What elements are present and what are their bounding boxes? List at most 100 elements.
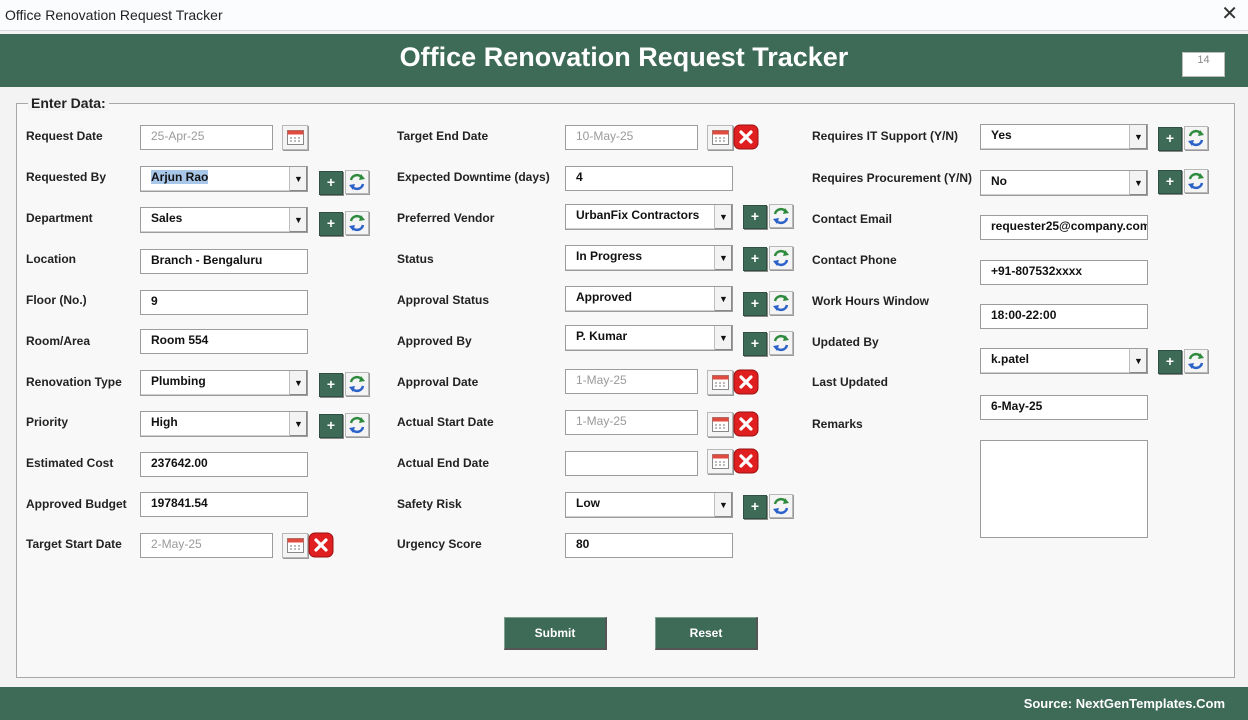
estimated-cost-field[interactable]: 237642.00 bbox=[140, 452, 308, 477]
add-renovation-type-button[interactable]: + bbox=[319, 373, 343, 397]
requested-by-combo[interactable]: Arjun Rao ▼ bbox=[140, 166, 308, 192]
chevron-down-icon[interactable]: ▼ bbox=[714, 246, 732, 270]
add-updated-by-button[interactable]: + bbox=[1158, 350, 1182, 374]
calendar-icon[interactable] bbox=[707, 449, 733, 474]
calendar-icon[interactable] bbox=[282, 125, 308, 150]
chevron-down-icon[interactable]: ▼ bbox=[289, 412, 307, 436]
chevron-down-icon[interactable]: ▼ bbox=[714, 493, 732, 517]
location-field[interactable]: Branch - Bengaluru bbox=[140, 249, 308, 274]
clear-x-icon[interactable] bbox=[308, 532, 334, 558]
refresh-icon[interactable] bbox=[345, 372, 369, 396]
clear-x-icon[interactable] bbox=[733, 448, 759, 474]
estimated-cost-label: Estimated Cost bbox=[26, 456, 114, 470]
preferred-vendor-label: Preferred Vendor bbox=[397, 211, 495, 225]
status-value: In Progress bbox=[576, 249, 643, 263]
refresh-icon[interactable] bbox=[769, 291, 793, 315]
expected-downtime-field[interactable]: 4 bbox=[565, 166, 733, 191]
chevron-down-icon[interactable]: ▼ bbox=[1129, 349, 1147, 373]
last-updated-field[interactable]: 6-May-25 bbox=[980, 395, 1148, 420]
calendar-icon[interactable] bbox=[707, 125, 733, 150]
refresh-icon[interactable] bbox=[1184, 169, 1208, 193]
chevron-down-icon[interactable]: ▼ bbox=[1129, 171, 1147, 195]
add-it-support-button[interactable]: + bbox=[1158, 127, 1182, 151]
priority-value: High bbox=[151, 415, 178, 429]
refresh-icon[interactable] bbox=[769, 331, 793, 355]
contact-email-label: Contact Email bbox=[812, 212, 893, 226]
approval-status-combo[interactable]: Approved ▼ bbox=[565, 286, 733, 312]
requires-it-support-label: Requires IT Support (Y/N) bbox=[812, 129, 959, 143]
renovation-type-combo[interactable]: Plumbing ▼ bbox=[140, 370, 308, 396]
chevron-down-icon[interactable]: ▼ bbox=[289, 167, 307, 191]
approved-budget-label: Approved Budget bbox=[26, 497, 127, 511]
refresh-icon[interactable] bbox=[769, 204, 793, 228]
chevron-down-icon[interactable]: ▼ bbox=[714, 326, 732, 350]
work-hours-window-field[interactable]: 18:00-22:00 bbox=[980, 304, 1148, 329]
room-area-field[interactable]: Room 554 bbox=[140, 329, 308, 354]
requires-procurement-combo[interactable]: No ▼ bbox=[980, 170, 1148, 196]
clear-x-icon[interactable] bbox=[733, 124, 759, 150]
requires-it-support-combo[interactable]: Yes ▼ bbox=[980, 124, 1148, 150]
refresh-icon[interactable] bbox=[769, 494, 793, 518]
refresh-icon[interactable] bbox=[345, 211, 369, 235]
add-approved-by-button[interactable]: + bbox=[743, 332, 767, 356]
urgency-score-field[interactable]: 80 bbox=[565, 533, 733, 558]
calendar-icon[interactable] bbox=[282, 533, 308, 558]
refresh-icon[interactable] bbox=[769, 246, 793, 270]
add-requested-by-button[interactable]: + bbox=[319, 171, 343, 195]
location-label: Location bbox=[26, 252, 76, 266]
refresh-icon[interactable] bbox=[1184, 349, 1208, 373]
contact-phone-field[interactable]: +91-807532xxxx bbox=[980, 260, 1148, 285]
contact-phone-label: Contact Phone bbox=[812, 253, 897, 267]
chevron-down-icon[interactable]: ▼ bbox=[714, 287, 732, 311]
add-safety-risk-button[interactable]: + bbox=[743, 495, 767, 519]
add-department-button[interactable]: + bbox=[319, 212, 343, 236]
submit-button[interactable]: Submit bbox=[504, 617, 607, 650]
add-approval-status-button[interactable]: + bbox=[743, 292, 767, 316]
reset-button[interactable]: Reset bbox=[655, 617, 758, 650]
request-date-field[interactable]: 25-Apr-25 bbox=[140, 125, 273, 150]
safety-risk-label: Safety Risk bbox=[397, 497, 462, 511]
add-preferred-vendor-button[interactable]: + bbox=[743, 205, 767, 229]
approval-status-value: Approved bbox=[576, 290, 633, 304]
approval-date-field[interactable]: 1-May-25 bbox=[565, 369, 698, 394]
request-date-label: Request Date bbox=[26, 129, 103, 143]
refresh-icon[interactable] bbox=[1184, 126, 1208, 150]
safety-risk-combo[interactable]: Low ▼ bbox=[565, 492, 733, 518]
room-area-label: Room/Area bbox=[26, 334, 91, 348]
refresh-icon[interactable] bbox=[345, 170, 369, 194]
close-icon[interactable]: ✕ bbox=[1221, 2, 1238, 26]
calendar-icon[interactable] bbox=[707, 412, 733, 437]
chevron-down-icon[interactable]: ▼ bbox=[1129, 125, 1147, 149]
calendar-icon[interactable] bbox=[707, 370, 733, 395]
work-hours-window-label: Work Hours Window bbox=[812, 294, 929, 308]
approved-by-combo[interactable]: P. Kumar ▼ bbox=[565, 325, 733, 351]
updated-by-label: Updated By bbox=[812, 335, 879, 349]
clear-x-icon[interactable] bbox=[733, 369, 759, 395]
renovation-type-value: Plumbing bbox=[151, 374, 206, 388]
clear-x-icon[interactable] bbox=[733, 411, 759, 437]
actual-start-date-label: Actual Start Date bbox=[397, 415, 494, 429]
requested-by-value: Arjun Rao bbox=[151, 170, 209, 184]
target-end-date-field[interactable]: 10-May-25 bbox=[565, 125, 698, 150]
target-start-date-field[interactable]: 2-May-25 bbox=[140, 533, 273, 558]
actual-end-date-field[interactable] bbox=[565, 451, 698, 476]
add-procurement-button[interactable]: + bbox=[1158, 170, 1182, 194]
chevron-down-icon[interactable]: ▼ bbox=[289, 371, 307, 395]
updated-by-value: k.patel bbox=[991, 352, 1030, 366]
chevron-down-icon[interactable]: ▼ bbox=[714, 205, 732, 229]
record-counter: 14 bbox=[1182, 52, 1225, 77]
add-priority-button[interactable]: + bbox=[319, 414, 343, 438]
refresh-icon[interactable] bbox=[345, 413, 369, 437]
actual-start-date-field[interactable]: 1-May-25 bbox=[565, 410, 698, 435]
status-combo[interactable]: In Progress ▼ bbox=[565, 245, 733, 271]
floor-field[interactable]: 9 bbox=[140, 290, 308, 315]
remarks-textarea[interactable] bbox=[980, 440, 1148, 538]
approved-budget-field[interactable]: 197841.54 bbox=[140, 492, 308, 517]
contact-email-field[interactable]: requester25@company.com bbox=[980, 215, 1148, 240]
department-combo[interactable]: Sales ▼ bbox=[140, 207, 308, 233]
updated-by-combo[interactable]: k.patel ▼ bbox=[980, 348, 1148, 374]
priority-combo[interactable]: High ▼ bbox=[140, 411, 308, 437]
chevron-down-icon[interactable]: ▼ bbox=[289, 208, 307, 232]
add-status-button[interactable]: + bbox=[743, 247, 767, 271]
preferred-vendor-combo[interactable]: UrbanFix Contractors ▼ bbox=[565, 204, 733, 230]
